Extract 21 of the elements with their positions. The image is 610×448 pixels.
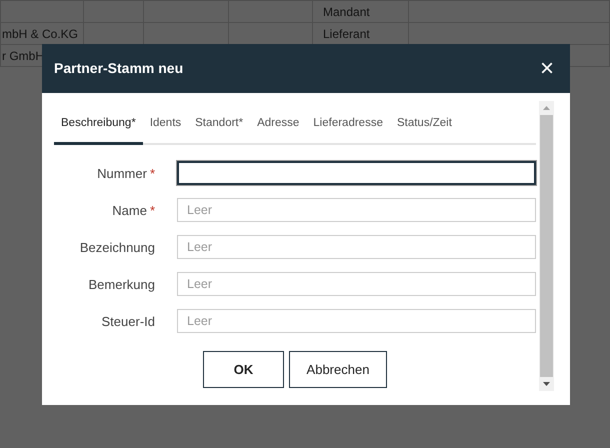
input-field[interactable] <box>177 161 536 186</box>
table-cell-text: Mandant <box>323 4 370 18</box>
dialog-title: Partner-Stamm neu <box>54 59 184 78</box>
close-button[interactable]: × <box>538 56 556 80</box>
scrollbar[interactable] <box>539 101 554 391</box>
tab[interactable]: Idents <box>142 107 188 146</box>
tab[interactable]: Lieferadresse <box>306 107 390 146</box>
tab[interactable]: Beschreibung* <box>54 107 143 146</box>
field-label: Steuer-Id <box>100 312 155 330</box>
field-label: Bezeichnung <box>78 238 155 257</box>
table-cell-text: mbH & Co.KG <box>2 26 78 40</box>
tab[interactable]: Status/Zeit <box>390 107 459 146</box>
field-label: Nummer * <box>96 164 155 182</box>
tab[interactable]: Adresse <box>250 107 306 146</box>
cancel-button[interactable]: Abbrechen <box>289 351 387 388</box>
table-cell-text: Lieferant <box>323 26 370 40</box>
ok-button[interactable]: OK <box>203 351 284 388</box>
field-label: Name * <box>111 202 155 220</box>
scrollbar-thumb[interactable] <box>540 115 553 377</box>
tab[interactable]: Standort* <box>188 107 250 146</box>
field-label: Bemerkung <box>88 276 155 294</box>
